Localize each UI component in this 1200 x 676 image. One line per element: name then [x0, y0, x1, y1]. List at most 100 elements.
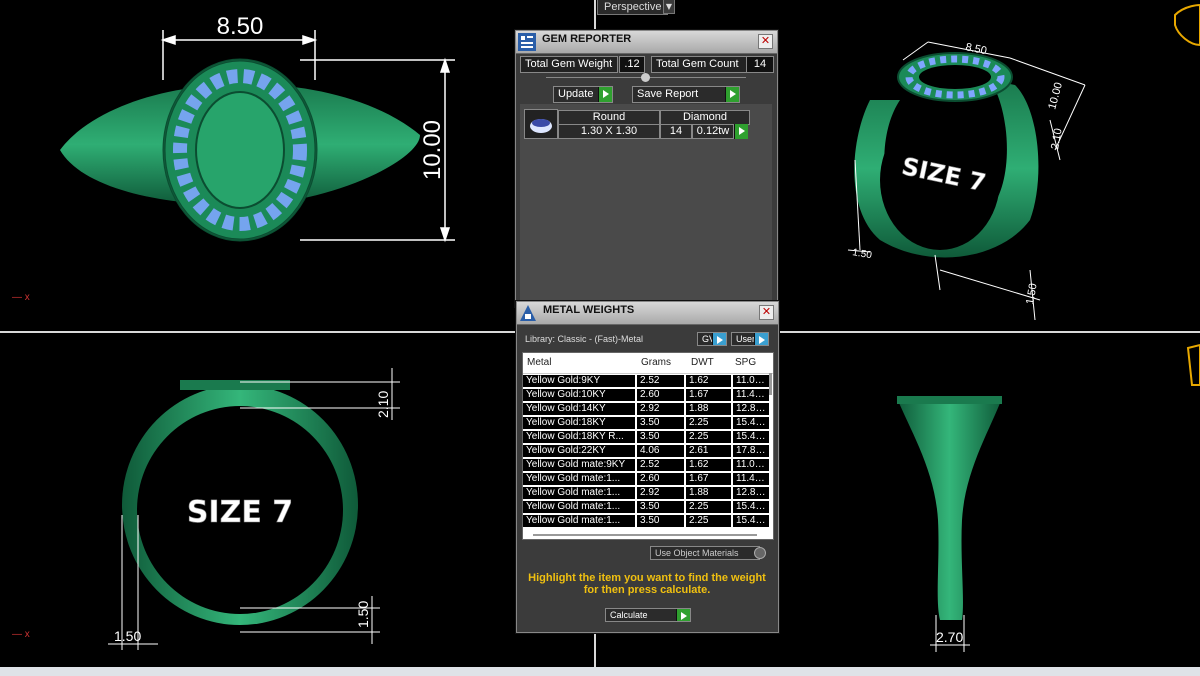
total-gem-weight-label: Total Gem Weight — [520, 56, 618, 73]
gem-count-cell: 14 — [660, 124, 692, 139]
gem-shape-cell: Round — [558, 110, 660, 125]
use-object-materials-radio[interactable] — [754, 547, 766, 559]
dwt-cell: 1.62 — [686, 459, 731, 471]
save-report-go-icon — [725, 87, 739, 102]
update-button-label: Update — [558, 88, 594, 100]
gem-row-go-icon[interactable] — [734, 124, 748, 139]
front-size-label: SIZE 7 — [187, 495, 293, 530]
persp-shank-c-label: 1.50 — [1024, 282, 1040, 305]
spg-cell: 12.8… — [733, 487, 769, 499]
grams-cell: 3.50 — [637, 501, 684, 513]
col-grams[interactable]: Grams — [641, 357, 671, 368]
update-button[interactable]: Update — [553, 86, 613, 103]
persp-shank-a-label: 2.10 — [1049, 127, 1065, 150]
gem-reporter-panel: GEM REPORTER ✕ Total Gem Weight .12 Tota… — [515, 30, 778, 307]
table-row[interactable]: Yellow Gold:14KY 2.92 1.88 12.8… — [523, 402, 773, 416]
spg-cell: 11.0… — [733, 375, 769, 387]
front-top-label: 2.10 — [375, 391, 391, 418]
viewport-label[interactable]: Perspective — [597, 0, 669, 15]
metal-weights-icon — [520, 305, 536, 321]
top-width-label: 8.50 — [217, 13, 264, 40]
grams-cell: 3.50 — [637, 431, 684, 443]
gv-toggle[interactable]: GV — [697, 332, 727, 346]
calculate-go-icon — [676, 609, 690, 621]
spg-cell: 12.8… — [733, 403, 769, 415]
total-gem-count-label: Total Gem Count — [651, 56, 747, 73]
gem-reporter-title: GEM REPORTER — [542, 33, 632, 45]
table-row[interactable]: Yellow Gold:9KY 2.52 1.62 11.0… — [523, 374, 773, 388]
metal-name-cell: Yellow Gold mate:1... — [523, 515, 635, 527]
metal-name-cell: Yellow Gold:18KY — [523, 417, 635, 429]
save-report-button[interactable]: Save Report — [632, 86, 740, 103]
spg-cell: 11.4… — [733, 389, 769, 401]
instruction-text: Highlight the item you want to find the … — [528, 572, 766, 596]
grams-cell: 3.50 — [637, 417, 684, 429]
grams-cell: 2.60 — [637, 389, 684, 401]
table-scrollbar[interactable] — [769, 373, 772, 395]
table-row[interactable]: Yellow Gold:10KY 2.60 1.67 11.4… — [523, 388, 773, 402]
viewport-dropdown-icon[interactable]: ▼ — [663, 0, 675, 14]
side-bottom-label: 2.70 — [936, 629, 963, 645]
grams-cell: 2.52 — [637, 375, 684, 387]
splitter-handle-icon[interactable] — [641, 73, 650, 82]
grams-cell: 2.92 — [637, 403, 684, 415]
metal-name-cell: Yellow Gold:18KY R... — [523, 431, 635, 443]
grams-cell: 2.60 — [637, 473, 684, 485]
gem-reporter-close-icon[interactable]: ✕ — [758, 34, 773, 49]
metal-name-cell: Yellow Gold mate:1... — [523, 487, 635, 499]
metal-weights-title: METAL WEIGHTS — [543, 304, 635, 316]
calculate-button[interactable]: Calculate — [605, 608, 691, 622]
table-row[interactable]: Yellow Gold:18KY 3.50 2.25 15.4… — [523, 416, 773, 430]
use-object-materials-checkbox[interactable]: Use Object Materials — [650, 546, 760, 560]
gem-size-cell: 1.30 X 1.30 — [558, 124, 660, 139]
top-height-label: 10.00 — [419, 120, 446, 180]
dwt-cell: 2.61 — [686, 445, 731, 457]
user-info-icon — [754, 333, 768, 345]
grams-cell: 2.92 — [637, 487, 684, 499]
table-row[interactable]: Yellow Gold:22KY 4.06 2.61 17.8… — [523, 444, 773, 458]
table-row[interactable]: Yellow Gold mate:1... 2.92 1.88 12.8… — [523, 486, 773, 500]
table-row[interactable]: Yellow Gold mate:1... 2.60 1.67 11.4… — [523, 472, 773, 486]
col-dwt[interactable]: DWT — [691, 357, 714, 368]
table-row[interactable]: Yellow Gold mate:1... 3.50 2.25 15.4… — [523, 514, 773, 528]
front-bottom-label: 1.50 — [355, 601, 371, 628]
gv-info-icon — [712, 333, 726, 345]
table-row[interactable]: Yellow Gold:18KY R... 3.50 2.25 15.4… — [523, 430, 773, 444]
perspective-ring — [854, 52, 1039, 258]
total-gem-weight-value: .12 — [619, 56, 645, 73]
gem-weight-cell: 0.12tw — [692, 124, 734, 139]
col-spg[interactable]: SPG — [735, 357, 756, 368]
metal-name-cell: Yellow Gold:9KY — [523, 375, 635, 387]
dwt-cell: 1.62 — [686, 375, 731, 387]
col-metal[interactable]: Metal — [527, 357, 551, 368]
dwt-cell: 1.67 — [686, 389, 731, 401]
use-object-materials-label: Use Object Materials — [655, 548, 739, 558]
metal-weights-table[interactable]: Metal Grams DWT SPG Yellow Gold:9KY 2.52 1… — [522, 352, 774, 540]
spg-cell: 15.4… — [733, 417, 769, 429]
gem-reporter-titlebar[interactable]: GEM REPORTER ✕ — [516, 31, 777, 54]
table-row[interactable]: Yellow Gold mate:1... 3.50 2.25 15.4… — [523, 500, 773, 514]
metal-name-cell: Yellow Gold mate:1... — [523, 473, 635, 485]
dwt-cell: 2.25 — [686, 515, 731, 527]
round-gem-icon — [530, 119, 552, 133]
metal-name-cell: Yellow Gold:10KY — [523, 389, 635, 401]
calculate-button-label: Calculate — [610, 610, 648, 620]
metal-weights-header: Metal Grams DWT SPG — [523, 353, 773, 374]
gem-list: Round 1.30 X 1.30 Diamond 14 0.12tw — [520, 104, 772, 304]
library-label: Library: Classic - (Fast)-Metal — [525, 334, 644, 344]
dwt-cell: 2.25 — [686, 417, 731, 429]
grams-cell: 3.50 — [637, 515, 684, 527]
metal-weights-close-icon[interactable]: ✕ — [759, 305, 774, 320]
metal-weights-panel: METAL WEIGHTS ✕ Library: Classic - (Fast… — [516, 301, 779, 633]
metal-weights-titlebar[interactable]: METAL WEIGHTS ✕ — [517, 302, 778, 325]
dwt-cell: 1.88 — [686, 487, 731, 499]
persp-shank-b-label: 1.50 — [851, 247, 873, 261]
user-toggle[interactable]: User — [731, 332, 769, 346]
metal-name-cell: Yellow Gold mate:1... — [523, 501, 635, 513]
gem-row-thumbnail[interactable] — [524, 109, 558, 139]
front-left-label: 1.50 — [114, 628, 141, 644]
table-row[interactable]: Yellow Gold mate:9KY 2.52 1.62 11.0… — [523, 458, 773, 472]
top-view-ring — [60, 58, 420, 242]
dwt-cell: 2.25 — [686, 501, 731, 513]
table-hscrollbar[interactable] — [533, 534, 757, 536]
